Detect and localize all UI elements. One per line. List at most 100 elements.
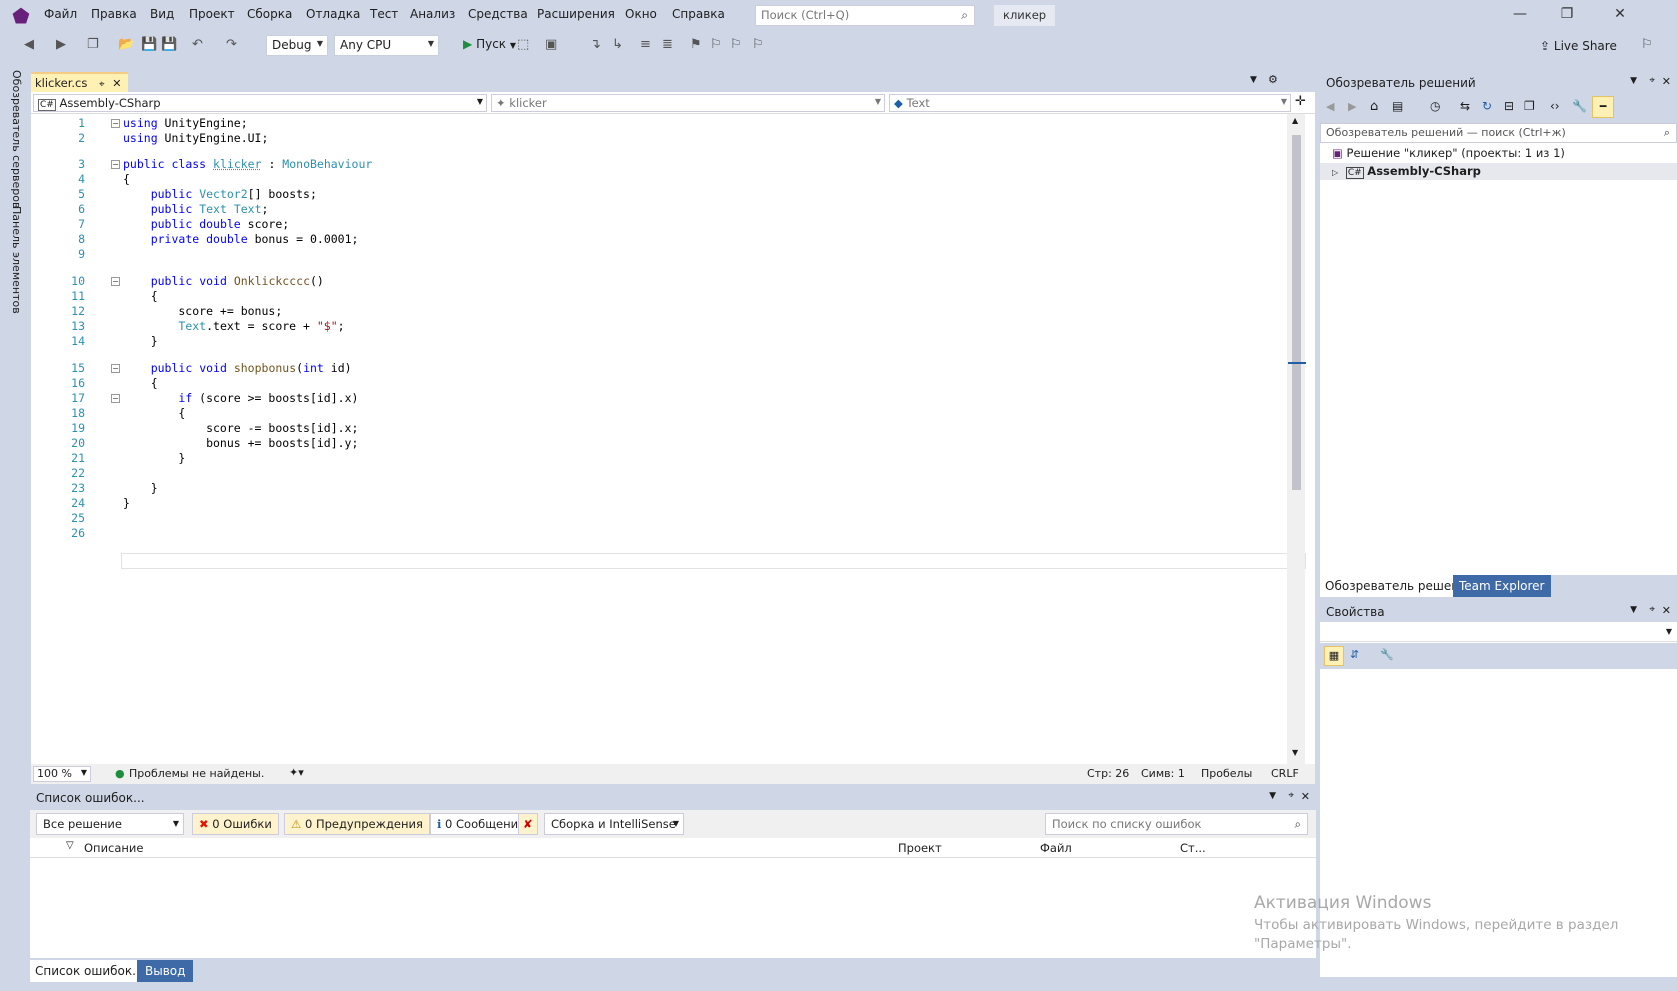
new-project-icon[interactable]: ❐ — [87, 37, 99, 52]
column-line[interactable]: Ст... — [1180, 841, 1206, 855]
property-pages-icon[interactable]: 🔧 — [1380, 648, 1394, 661]
tab-output[interactable]: Вывод — [137, 960, 194, 982]
filter-button[interactable]: ✘ — [518, 813, 538, 835]
menu-tools[interactable]: Средства — [468, 7, 528, 21]
back-icon[interactable]: ◀ — [24, 37, 34, 52]
menu-window[interactable]: Окно — [625, 7, 657, 21]
menu-test[interactable]: Тест — [370, 7, 398, 21]
column-project[interactable]: Проект — [898, 841, 942, 855]
close-icon[interactable]: ✕ — [1662, 604, 1671, 617]
menu-view[interactable]: Вид — [150, 7, 174, 21]
uncomment-icon[interactable]: ≣ — [662, 37, 673, 52]
close-icon[interactable]: ✕ — [1605, 6, 1635, 22]
menu-analyze[interactable]: Анализ — [410, 7, 455, 21]
pending-changes-icon[interactable]: ◷ — [1430, 99, 1440, 113]
live-share-button[interactable]: ⇪ Live Share — [1540, 39, 1617, 53]
forward-icon[interactable]: ▶ — [56, 37, 66, 52]
screenshot-icon[interactable]: ▣ — [545, 37, 557, 52]
code-line[interactable]: } — [123, 334, 158, 348]
scrollbar-thumb[interactable] — [1292, 135, 1301, 490]
server-explorer-tab[interactable]: Обозреватель серверов — [10, 70, 23, 208]
code-view-icon[interactable]: ‹› — [1550, 99, 1560, 113]
home-icon[interactable]: ⌂ — [1370, 99, 1378, 114]
code-line[interactable]: } — [123, 496, 130, 510]
step-over-icon[interactable]: ↳ — [612, 37, 623, 52]
feedback-icon[interactable]: ⚐ — [1641, 37, 1653, 52]
scroll-down-icon[interactable]: ▼ — [1292, 748, 1298, 757]
forward-icon[interactable]: ▶ — [1348, 100, 1356, 113]
column-description[interactable]: Описание — [84, 841, 143, 855]
gear-icon[interactable]: ⚙ — [1268, 73, 1278, 86]
code-line[interactable]: private double bonus = 0.0001; — [123, 232, 359, 246]
toolbox-tab[interactable]: Панель элементов — [10, 206, 23, 314]
back-icon[interactable]: ◀ — [1326, 100, 1334, 113]
solution-search-input[interactable]: Обозреватель решений — поиск (Ctrl+ж) ⌕ — [1320, 123, 1677, 143]
code-line[interactable]: public class klicker : MonoBehaviour — [123, 157, 372, 171]
messages-filter-button[interactable]: ℹ 0 Сообщения — [430, 813, 533, 835]
save-icon[interactable]: 💾 — [141, 37, 157, 52]
sort-icon[interactable]: ▽ — [66, 840, 74, 851]
sync-icon[interactable]: ⇆ — [1460, 99, 1470, 113]
start-button[interactable]: ▶ Пуск ▼ — [463, 37, 516, 51]
step-into-icon[interactable]: ↴ — [590, 37, 601, 52]
scope-select[interactable]: Все решение ▼ — [36, 813, 184, 835]
code-editor[interactable]: 1−2 3−4 5 6 7 8 9 10−11 12 13 14 15−16 17−18 19 20 21 22… — [31, 114, 1315, 764]
tab-list-chevron-icon[interactable]: ▼ — [1250, 75, 1257, 85]
errors-filter-button[interactable]: ✖ 0 Ошибки — [192, 813, 279, 835]
tree-project-node[interactable]: ▷ C# Assembly-CSharp — [1320, 163, 1677, 180]
categorized-icon[interactable]: ▦ — [1324, 646, 1344, 666]
comment-icon[interactable]: ≡ — [640, 37, 651, 52]
issues-status[interactable]: Проблемы не найдены. — [129, 767, 264, 780]
expand-arrow-icon[interactable]: ▷ — [1332, 168, 1338, 177]
code-line[interactable]: Text.text = score + "$"; — [123, 319, 344, 333]
sort-alpha-icon[interactable]: ⇵ — [1350, 648, 1359, 661]
fold-toggle-icon[interactable]: − — [111, 119, 120, 128]
class-nav-dropdown[interactable]: ✦ klicker ▼ — [491, 94, 885, 112]
chevron-down-icon[interactable]: ▼ — [1630, 76, 1637, 86]
menu-build[interactable]: Сборка — [247, 7, 292, 21]
code-line[interactable]: { — [123, 406, 185, 420]
close-icon[interactable]: ✕ — [1301, 790, 1310, 803]
menu-file[interactable]: Файл — [44, 7, 77, 21]
code-line[interactable]: } — [123, 481, 158, 495]
platform-select[interactable]: Any CPU ▼ — [334, 35, 439, 56]
visual-studio-logo-icon[interactable]: ⬟ — [8, 5, 34, 27]
line-ending[interactable]: CRLF — [1271, 767, 1299, 780]
column-file[interactable]: Файл — [1040, 841, 1072, 855]
save-all-icon[interactable]: 💾 — [161, 37, 177, 52]
code-line[interactable]: if (score >= boosts[id].x) — [123, 391, 358, 405]
object-select[interactable]: ▼ — [1320, 622, 1677, 642]
tab-error-list[interactable]: Список ошибок... — [30, 960, 149, 982]
menu-edit[interactable]: Правка — [91, 7, 137, 21]
project-nav-dropdown[interactable]: C# Assembly-CSharp ▼ — [33, 94, 487, 112]
chevron-down-icon[interactable]: ▼ — [1269, 791, 1276, 801]
zoom-select[interactable]: 100 % ▼ — [33, 766, 91, 782]
code-line[interactable]: { — [123, 172, 130, 186]
menu-extensions[interactable]: Расширения — [537, 7, 615, 21]
error-search-input[interactable]: Поиск по списку ошибок ⌕ — [1045, 813, 1308, 835]
code-line[interactable]: public Vector2[] boosts; — [123, 187, 317, 201]
scroll-up-icon[interactable]: ▲ — [1292, 116, 1298, 125]
collapse-all-icon[interactable]: ⊟ — [1504, 99, 1514, 113]
code-line[interactable]: { — [123, 289, 158, 303]
menu-help[interactable]: Справка — [672, 7, 725, 21]
refresh-icon[interactable]: ↻ — [1482, 99, 1492, 113]
configuration-select[interactable]: Debug ▼ — [266, 35, 328, 56]
code-line[interactable]: public void shopbonus(int id) — [123, 361, 352, 375]
browser-link-icon[interactable]: ⬚ — [517, 37, 529, 52]
code-line[interactable]: public Text Text; — [123, 202, 269, 216]
document-tab[interactable]: klicker.cs ⌖ ✕ — [31, 72, 128, 92]
fold-toggle-icon[interactable]: − — [111, 160, 120, 169]
fold-toggle-icon[interactable]: − — [111, 364, 120, 373]
code-line[interactable]: { — [123, 376, 158, 390]
indent-mode[interactable]: Пробелы — [1201, 767, 1252, 780]
cleanup-icon[interactable]: ✦▾ — [289, 766, 304, 779]
menu-debug[interactable]: Отладка — [306, 7, 360, 21]
tab-team-explorer[interactable]: Team Explorer — [1453, 575, 1551, 597]
search-input[interactable]: Поиск (Ctrl+Q) ⌕ — [755, 5, 975, 26]
fold-toggle-icon[interactable]: − — [111, 394, 120, 403]
code-line[interactable]: } — [123, 451, 185, 465]
close-icon[interactable]: ✕ — [1662, 75, 1671, 88]
code-line[interactable]: public double score; — [123, 217, 290, 231]
show-all-files-icon[interactable]: ❐ — [1524, 99, 1535, 113]
